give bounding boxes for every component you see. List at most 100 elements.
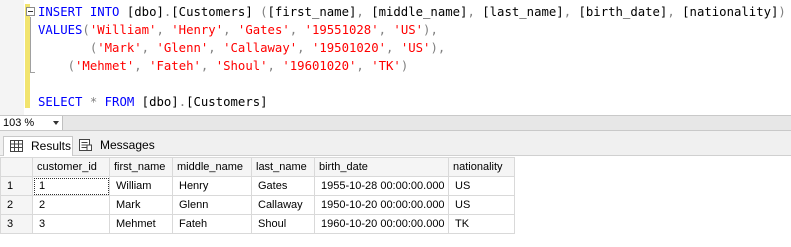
code-token: 'Callaway'	[223, 41, 298, 55]
editor-gutter	[0, 0, 24, 115]
code-token: [last_name]	[482, 5, 564, 19]
cell-last-name[interactable]: Shoul	[251, 214, 315, 234]
column-header[interactable]: first_name	[109, 157, 173, 177]
code-line[interactable]: VALUES('William', 'Henry', 'Gates', '195…	[38, 21, 438, 39]
table-row[interactable]: 2 2 Mark Glenn Callaway 1950-10-20 00:00…	[0, 195, 515, 215]
code-line[interactable]: ('Mark', 'Glenn', 'Callaway', '19501020'…	[38, 39, 445, 57]
zoom-dropdown[interactable]: 103 %	[0, 116, 63, 130]
results-grid[interactable]: customer_id first_name middle_name last_…	[0, 157, 791, 247]
code-token: ,	[467, 5, 483, 19]
column-header[interactable]: middle_name	[172, 157, 252, 177]
column-header[interactable]: customer_id	[32, 157, 110, 177]
code-token: ,	[223, 23, 238, 37]
code-token: [Customers]	[171, 5, 253, 19]
code-token: ,	[141, 41, 157, 55]
code-token: ,	[356, 5, 372, 19]
code-token: ,	[289, 23, 305, 37]
code-token: [first_name]	[267, 5, 357, 19]
query-editor[interactable]: INSERT INTO [dbo].[Customers] ([first_na…	[0, 0, 791, 115]
cell-customer-id[interactable]: 3	[32, 214, 110, 234]
code-token: INTO	[89, 5, 120, 19]
code-token: '19501020'	[311, 41, 387, 55]
code-token: 'Fateh'	[149, 59, 201, 73]
code-token: ,	[563, 5, 579, 19]
code-token: [dbo]	[134, 95, 179, 109]
code-token: SELECT	[38, 95, 83, 109]
code-line[interactable]: SELECT * FROM [dbo].[Customers]	[38, 93, 268, 111]
collapse-minus-icon[interactable]	[26, 7, 35, 16]
cell-middle-name[interactable]: Henry	[172, 176, 252, 196]
cell-birth-date[interactable]: 1960-10-20 00:00:00.000	[314, 214, 449, 234]
cell-birth-date[interactable]: 1950-10-20 00:00:00.000	[314, 195, 449, 215]
cell-birth-date[interactable]: 1955-10-28 00:00:00.000	[314, 176, 449, 196]
row-number[interactable]: 1	[0, 176, 33, 196]
outline-fold-end	[30, 72, 35, 73]
cell-first-name[interactable]: William	[109, 176, 173, 196]
code-token: ,	[267, 59, 283, 73]
cell-first-name[interactable]: Mark	[109, 195, 173, 215]
tab-messages[interactable]: Messages	[73, 136, 155, 156]
row-number[interactable]: 2	[0, 195, 33, 215]
code-token: .	[178, 95, 187, 109]
code-line[interactable]: ('Mehmet', 'Fateh', 'Shoul', '19601020',…	[38, 57, 409, 75]
code-token: ,	[200, 59, 216, 73]
cell-nationality[interactable]: TK	[448, 214, 515, 234]
tab-results-label: Results	[31, 139, 72, 153]
code-token: (	[260, 5, 268, 19]
code-token: 'Gates'	[237, 23, 290, 37]
cell-nationality[interactable]: US	[448, 195, 515, 215]
code-token: ,	[208, 41, 224, 55]
code-token: 'William'	[89, 23, 157, 37]
code-token: ,	[386, 41, 401, 55]
column-header[interactable]: last_name	[251, 157, 315, 177]
outline-fold-line	[30, 17, 31, 72]
code-token: [nationality]	[682, 5, 779, 19]
code-token: [dbo]	[119, 5, 164, 19]
cell-customer-id[interactable]: 2	[32, 195, 110, 215]
code-token: [birth_date]	[578, 5, 668, 19]
code-token: (	[82, 23, 90, 37]
cell-middle-name[interactable]: Glenn	[172, 195, 252, 215]
code-token: ),	[423, 23, 438, 37]
code-token: ,	[134, 59, 150, 73]
code-token: 'US'	[393, 23, 424, 37]
cell-last-name[interactable]: Gates	[251, 176, 315, 196]
cell-first-name[interactable]: Mehmet	[109, 214, 173, 234]
messages-icon	[79, 139, 92, 151]
cell-customer-id[interactable]: 1	[32, 176, 110, 196]
code-line[interactable]: INSERT INTO [dbo].[Customers] ([first_na…	[38, 3, 786, 21]
cell-nationality[interactable]: US	[448, 176, 515, 196]
column-header[interactable]: nationality	[448, 157, 515, 177]
corner-cell[interactable]	[0, 157, 33, 177]
chevron-down-icon[interactable]	[53, 121, 59, 125]
code-token: ,	[297, 41, 312, 55]
code-token: 'US'	[400, 41, 431, 55]
row-number[interactable]: 3	[0, 214, 33, 234]
results-table: customer_id first_name middle_name last_…	[0, 157, 515, 234]
cell-middle-name[interactable]: Fateh	[172, 214, 252, 234]
tab-results[interactable]: Results	[3, 136, 73, 156]
code-token: 'TK'	[371, 59, 401, 73]
code-token: '19551028'	[304, 23, 379, 37]
code-token: [Customers]	[186, 95, 268, 109]
header-row: customer_id first_name middle_name last_…	[0, 157, 515, 177]
code-token: FROM	[104, 95, 135, 109]
code-token: INSERT	[38, 5, 83, 19]
code-token: 'Mehmet'	[75, 59, 135, 73]
code-token: ),	[430, 41, 446, 55]
code-token: '19601020'	[282, 59, 357, 73]
code-token: [middle_name]	[371, 5, 468, 19]
cell-last-name[interactable]: Callaway	[251, 195, 315, 215]
table-row[interactable]: 1 1 William Henry Gates 1955-10-28 00:00…	[0, 176, 515, 196]
zoom-bar: 103 %	[0, 115, 791, 131]
grid-icon	[10, 140, 23, 152]
table-row[interactable]: 3 3 Mehmet Fateh Shoul 1960-10-20 00:00:…	[0, 214, 515, 234]
column-header[interactable]: birth_date	[314, 157, 449, 177]
code-token: 'Shoul'	[215, 59, 268, 73]
code-token: VALUES	[38, 23, 83, 37]
